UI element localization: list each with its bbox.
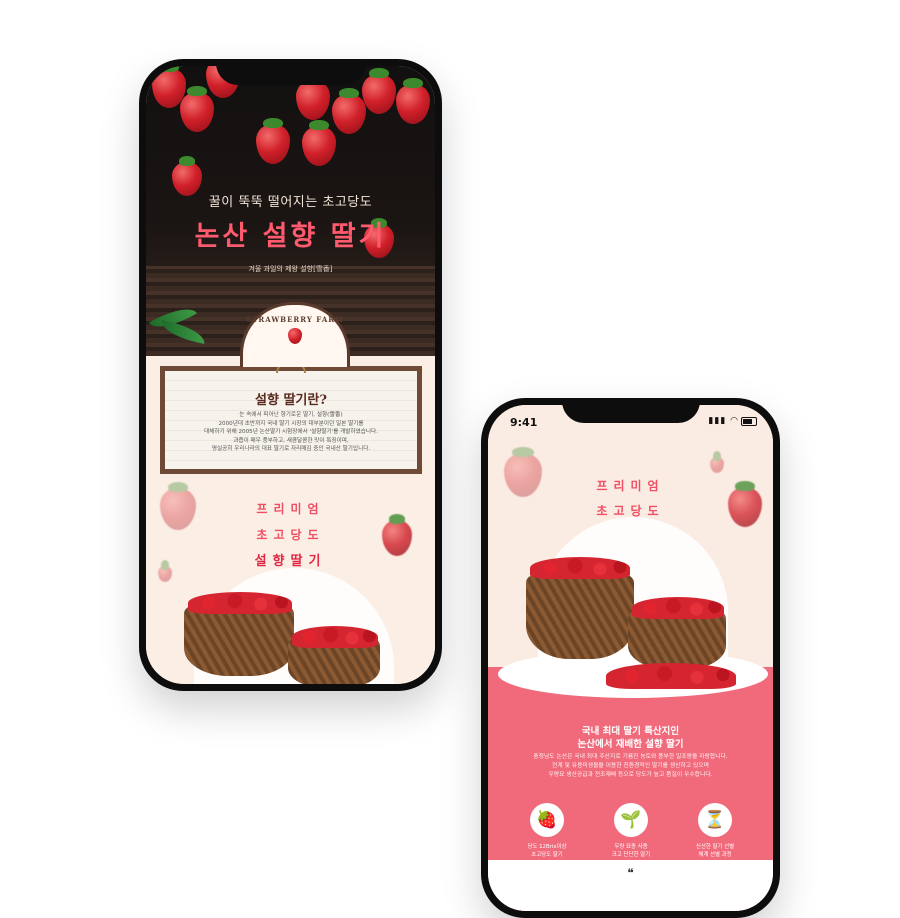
intro-line: 우량묘 생산공급과 전조재배 등으로 당도가 높고 품질이 우수합니다. (548, 772, 713, 778)
feature-line: 체계 선별 과정 (698, 852, 732, 858)
feature-line: 당도 12Brix이상 (527, 844, 567, 850)
strawberry-image (362, 68, 396, 114)
premium-line-2: 초고당도 (256, 528, 325, 542)
feature-item: ⏳ 신선한 딸기 선별 체계 선별 과정 (680, 803, 750, 859)
strawberry-icon: 🍓 (530, 803, 564, 837)
content-section: 설향 딸기란? 눈 속에서 피어난 향기로운 딸기, 설향(雪香) 2000년대… (146, 356, 435, 684)
intro-line: 충청남도 논산은 국내 최대 주산지로 기름진 농토와 풍부한 일조량을 자랑합… (533, 754, 728, 760)
strawberry-image (710, 451, 724, 473)
strawberries-in-basket (632, 597, 724, 619)
feature-line: 크고 단단한 딸기 (611, 852, 651, 858)
signal-wifi-icon: ▮▮▮ ◠ (708, 416, 739, 426)
strawberries-in-basket (530, 557, 630, 579)
feature-line: 신선한 딸기 선별 (695, 844, 735, 850)
strawberry-image (332, 88, 366, 134)
strawberry-image (302, 120, 336, 166)
strawberry-image (256, 118, 290, 164)
battery-icon (741, 417, 757, 426)
strawberries-in-basket (188, 592, 292, 614)
hero-kicker: 꿀이 뚝뚝 떨어지는 초고당도 (208, 195, 373, 210)
intro-line: 전계 및 유용미생물을 이용한 친환경적인 딸기를 생산하고 있으며 (552, 763, 709, 769)
strawberry-image (296, 74, 330, 120)
phone-screen: 9:41 ▮▮▮ ◠ 프리미엄 초고당도 설향딸기 국내 최대 딸기 특산지인 … (488, 405, 773, 911)
feature-text: 우량 묘종 사용 크고 단단한 딸기 (596, 843, 666, 859)
info-line: 과즙이 매우 풍부하고, 새콤달콤한 맛이 특징이며, (233, 437, 349, 444)
feature-line: 우량 묘종 사용 (614, 844, 648, 850)
strawberry-icon (288, 328, 302, 344)
hourglass-icon: ⏳ (698, 803, 732, 837)
info-line: 눈 속에서 피어난 향기로운 딸기, 설향(雪香) (239, 412, 343, 418)
info-board: 설향 딸기란? 눈 속에서 피어난 향기로운 딸기, 설향(雪香) 2000년대… (160, 362, 422, 474)
info-board-text: 눈 속에서 피어난 향기로운 딸기, 설향(雪香) 2000년대 초반까지 국내… (175, 411, 407, 454)
feature-item: 🍓 당도 12Brix이상 초고당도 딸기 (512, 803, 582, 859)
next-section: ❝ (488, 860, 773, 911)
strawberry-image (180, 86, 214, 132)
feature-item: 🌱 우량 묘종 사용 크고 단단한 딸기 (596, 803, 666, 859)
intro-heading-1: 국내 최대 딸기 특산지인 (581, 726, 680, 737)
feature-text: 당도 12Brix이상 초고당도 딸기 (512, 843, 582, 859)
phone-mockup-large: 꿀이 뚝뚝 떨어지는 초고당도 논산 설향 딸기 겨울 과일의 제왕 설향[雪香… (139, 59, 442, 691)
hero-title: 논산 설향 딸기 (194, 221, 387, 252)
hero-subtitle: 겨울 과일의 제왕 설향[雪香] (248, 265, 333, 273)
info-line: 2000년대 초반까지 국내 딸기 시장의 대부분이던 일본 딸기를 (218, 420, 364, 427)
strawberry-image (396, 78, 430, 124)
status-bar: 9:41 ▮▮▮ ◠ (488, 405, 773, 431)
sprout-icon: 🌱 (614, 803, 648, 837)
basket-image (526, 575, 634, 659)
strawberries-in-basket (292, 626, 378, 648)
premium-line-3: 설향딸기 (254, 554, 327, 569)
basket-image (184, 606, 294, 676)
quote-icon: ❝ (627, 866, 634, 880)
intro-heading-2: 논산에서 재배한 설향 딸기 (577, 739, 684, 750)
feature-line: 초고당도 딸기 (531, 852, 563, 858)
intro-text: 충청남도 논산은 국내 최대 주산지로 기름진 농토와 풍부한 일조량을 자랑합… (510, 753, 751, 780)
phone-screen: 꿀이 뚝뚝 떨어지는 초고당도 논산 설향 딸기 겨울 과일의 제왕 설향[雪香… (146, 66, 435, 684)
info-line: 명실공히 우리나라의 대표 딸기로 자리매김 중인 국내산 딸기입니다. (211, 446, 371, 453)
spilled-strawberries (606, 663, 736, 689)
basket-image (628, 611, 726, 669)
phone-notch (215, 59, 366, 85)
status-time: 9:41 (510, 416, 538, 429)
premium-line-1: 프리미엄 (596, 479, 665, 493)
info-line: 대체하기 위해 2005년 논산딸기 시험장에서 '설향딸기'를 개발하였습니다… (204, 429, 378, 436)
badge-label: STRAWBERRY FARM (246, 315, 344, 324)
info-board-title: 설향 딸기란? (255, 393, 327, 408)
feature-text: 신선한 딸기 선별 체계 선별 과정 (680, 843, 750, 859)
premium-line-1: 프리미엄 (256, 502, 325, 516)
phone-mockup-small: 9:41 ▮▮▮ ◠ 프리미엄 초고당도 설향딸기 국내 최대 딸기 특산지인 … (481, 398, 780, 918)
